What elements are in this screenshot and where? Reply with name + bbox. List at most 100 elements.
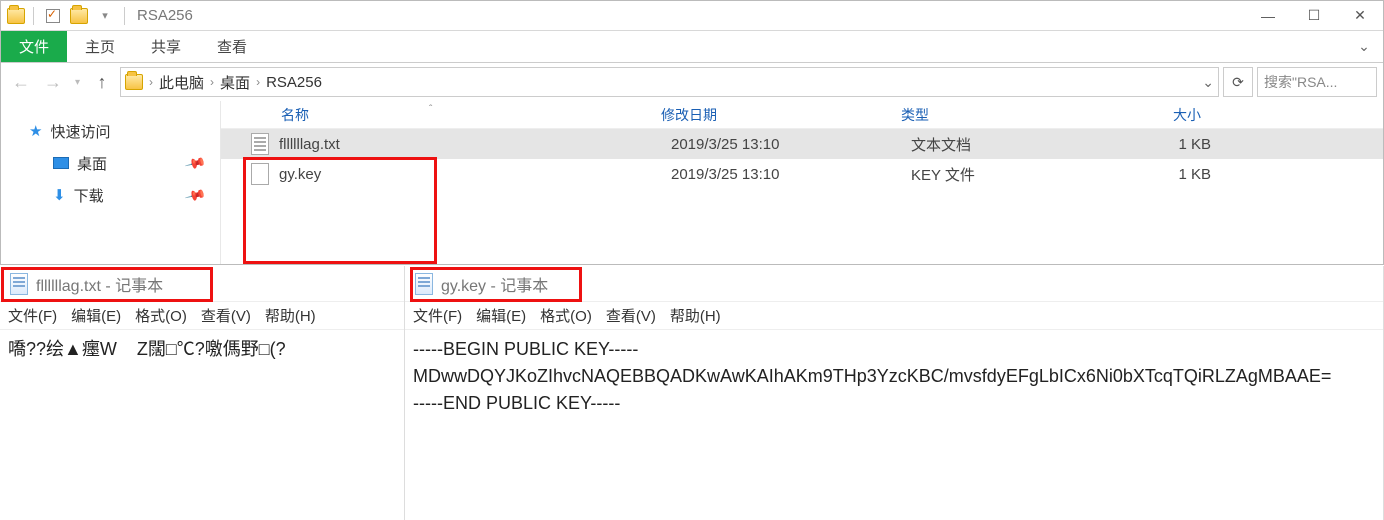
file-row[interactable]: fllllllag.txt 2019/3/25 13:10 文本文档 1 KB xyxy=(221,129,1383,159)
sidebar: ★ 快速访问 桌面 📌 ⬇ 下载 📌 xyxy=(1,101,221,264)
up-button[interactable]: ↑ xyxy=(88,68,116,96)
close-button[interactable]: ✕ xyxy=(1337,1,1383,31)
ribbon-tab-view[interactable]: 查看 xyxy=(199,31,265,62)
column-type[interactable]: 类型 xyxy=(901,105,1101,125)
quick-access-toolbar: ▾ xyxy=(1,5,129,27)
file-row[interactable]: gy.key 2019/3/25 13:10 KEY 文件 1 KB xyxy=(221,159,1383,189)
file-icon xyxy=(251,163,269,185)
menu-file[interactable]: 文件(F) xyxy=(8,305,57,326)
search-placeholder: 搜索"RSA... xyxy=(1264,72,1337,92)
qat-dropdown[interactable]: ▾ xyxy=(94,5,116,27)
history-dropdown[interactable]: ▾ xyxy=(71,77,84,88)
notepad-suffix: - 记事本 xyxy=(486,278,548,295)
notepad-window-1: fllllllag.txt - 记事本 文件(F) 编辑(E) 格式(O) 查看… xyxy=(0,266,405,520)
menu-file[interactable]: 文件(F) xyxy=(413,305,462,326)
menu-edit[interactable]: 编辑(E) xyxy=(71,305,121,326)
folder-icon xyxy=(7,8,25,24)
ribbon: 文件 主页 共享 查看 ⌄ xyxy=(1,31,1383,63)
titlebar: ▾ RSA256 — ☐ ✕ xyxy=(1,1,1383,31)
download-icon: ⬇ xyxy=(53,186,66,204)
menu-help[interactable]: 帮助(H) xyxy=(265,305,316,326)
file-date: 2019/3/25 13:10 xyxy=(671,166,911,183)
folder-icon xyxy=(70,8,88,24)
notepad-menubar: 文件(F) 编辑(E) 格式(O) 查看(V) 帮助(H) xyxy=(0,302,404,330)
qat-folder-button[interactable] xyxy=(68,5,90,27)
notepad-suffix: - 记事本 xyxy=(101,278,163,295)
file-type: 文本文档 xyxy=(911,134,1111,155)
menu-help[interactable]: 帮助(H) xyxy=(670,305,721,326)
sidebar-downloads[interactable]: ⬇ 下载 📌 xyxy=(1,179,220,211)
forward-button[interactable]: → xyxy=(39,68,67,96)
pin-icon: 📌 xyxy=(183,183,207,206)
separator xyxy=(124,7,125,25)
file-size: 1 KB xyxy=(1111,136,1231,153)
file-name: fllllllag.txt xyxy=(279,136,671,153)
qat-properties-button[interactable] xyxy=(42,5,64,27)
pin-icon: 📌 xyxy=(183,151,207,174)
desktop-icon xyxy=(53,157,69,169)
sort-asc-icon: ˆ xyxy=(429,104,432,115)
notepad-menubar: 文件(F) 编辑(E) 格式(O) 查看(V) 帮助(H) xyxy=(405,302,1383,330)
menu-edit[interactable]: 编辑(E) xyxy=(476,305,526,326)
column-name[interactable]: 名称 ˆ xyxy=(221,105,661,125)
ribbon-tab-file[interactable]: 文件 xyxy=(1,31,67,62)
window-buttons: — ☐ ✕ xyxy=(1245,1,1383,31)
check-icon xyxy=(46,9,60,23)
breadcrumb: › 此电脑 › 桌面 › RSA256 xyxy=(149,72,322,93)
folder-icon xyxy=(125,74,143,90)
sidebar-desktop[interactable]: 桌面 📌 xyxy=(1,147,220,179)
file-size: 1 KB xyxy=(1111,166,1231,183)
sidebar-label: 下载 xyxy=(74,185,104,206)
ribbon-collapse-button[interactable]: ⌄ xyxy=(1345,31,1383,62)
notepad-title: fllllllag.txt - 记事本 xyxy=(36,272,163,296)
back-button[interactable]: ← xyxy=(7,68,35,96)
notepad-icon xyxy=(415,273,433,295)
notepad-titlebar[interactable]: gy.key - 记事本 xyxy=(405,266,1383,302)
crumb-rsa256[interactable]: RSA256 xyxy=(266,74,322,91)
menu-view[interactable]: 查看(V) xyxy=(606,305,656,326)
file-type: KEY 文件 xyxy=(911,164,1111,185)
column-size[interactable]: 大小 xyxy=(1101,105,1221,125)
chevron-right-icon: › xyxy=(256,75,260,89)
explorer-body: ★ 快速访问 桌面 📌 ⬇ 下载 📌 名称 ˆ 修改日期 类型 xyxy=(1,101,1383,264)
file-name: gy.key xyxy=(279,166,671,183)
notepad-titlebar[interactable]: fllllllag.txt - 记事本 xyxy=(0,266,404,302)
sidebar-label: 快速访问 xyxy=(50,121,110,142)
window-title: RSA256 xyxy=(137,7,193,24)
notepad-title: gy.key - 记事本 xyxy=(441,272,548,296)
address-bar[interactable]: › 此电脑 › 桌面 › RSA256 ⌄ xyxy=(120,67,1219,97)
crumb-desktop[interactable]: 桌面 xyxy=(220,72,250,93)
menu-format[interactable]: 格式(O) xyxy=(540,305,592,326)
star-icon: ★ xyxy=(29,122,42,140)
column-headers: 名称 ˆ 修改日期 类型 大小 xyxy=(221,101,1383,129)
crumb-this-pc[interactable]: 此电脑 xyxy=(159,72,204,93)
text-file-icon xyxy=(251,133,269,155)
notepad-filename: gy.key xyxy=(441,278,486,295)
maximize-button[interactable]: ☐ xyxy=(1291,1,1337,31)
address-row: ← → ▾ ↑ › 此电脑 › 桌面 › RSA256 ⌄ ⟳ 搜索"RSA..… xyxy=(1,63,1383,101)
ribbon-tab-home[interactable]: 主页 xyxy=(67,31,133,62)
notepad-window-2: gy.key - 记事本 文件(F) 编辑(E) 格式(O) 查看(V) 帮助(… xyxy=(405,266,1384,520)
sidebar-label: 桌面 xyxy=(77,153,107,174)
notepad-icon xyxy=(10,273,28,295)
address-dropdown[interactable]: ⌄ xyxy=(1202,74,1214,91)
notepad-content[interactable]: 嘺??绘▲癦W Z闊□℃?噭傌野□(? xyxy=(0,330,404,369)
column-date[interactable]: 修改日期 xyxy=(661,105,901,125)
ribbon-tab-share[interactable]: 共享 xyxy=(133,31,199,62)
file-date: 2019/3/25 13:10 xyxy=(671,136,911,153)
notepad-content[interactable]: -----BEGIN PUBLIC KEY----- MDwwDQYJKoZIh… xyxy=(405,330,1383,423)
sidebar-quick-access[interactable]: ★ 快速访问 xyxy=(1,115,220,147)
minimize-button[interactable]: — xyxy=(1245,1,1291,31)
notepad-filename: fllllllag.txt xyxy=(36,278,101,295)
search-input[interactable]: 搜索"RSA... xyxy=(1257,67,1377,97)
menu-format[interactable]: 格式(O) xyxy=(135,305,187,326)
menu-view[interactable]: 查看(V) xyxy=(201,305,251,326)
column-name-label: 名称 xyxy=(281,107,309,123)
separator xyxy=(33,7,34,25)
refresh-button[interactable]: ⟳ xyxy=(1223,67,1253,97)
chevron-right-icon: › xyxy=(149,75,153,89)
file-pane: 名称 ˆ 修改日期 类型 大小 fllllllag.txt 2019/3/25 … xyxy=(221,101,1383,264)
explorer-window: ▾ RSA256 — ☐ ✕ 文件 主页 共享 查看 ⌄ ← → ▾ ↑ › 此… xyxy=(0,0,1384,265)
chevron-right-icon: › xyxy=(210,75,214,89)
notepad-area: fllllllag.txt - 记事本 文件(F) 编辑(E) 格式(O) 查看… xyxy=(0,266,1384,520)
